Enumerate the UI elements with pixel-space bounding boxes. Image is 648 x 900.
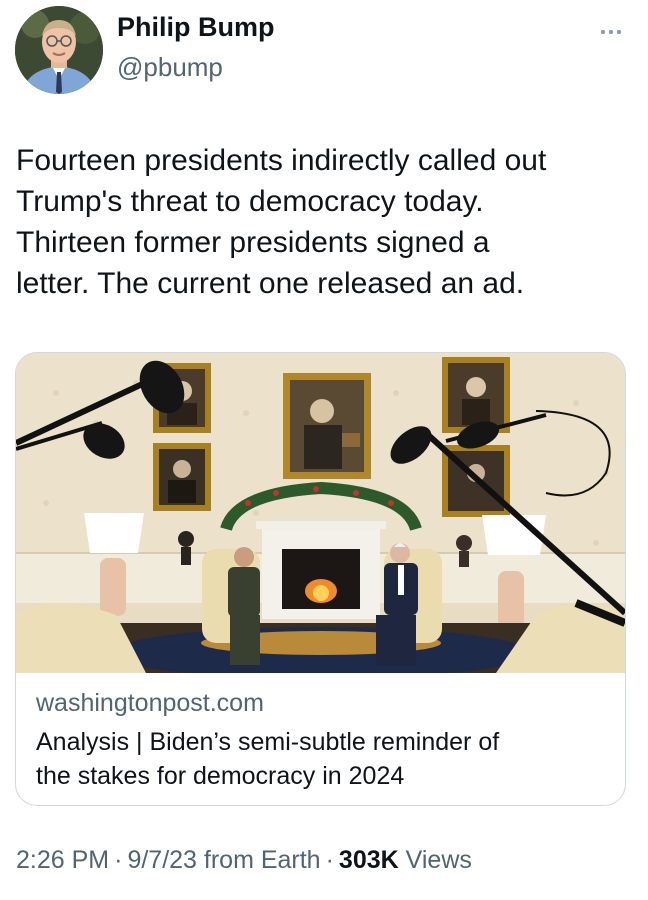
tweet-text-line: Trump's threat to democracy today.: [16, 185, 484, 218]
tweet: Philip Bump @pbump Fourteen presidents i…: [0, 0, 648, 900]
author-avatar[interactable]: [15, 6, 103, 94]
avatar-photo: [15, 6, 103, 94]
card-title-line: the stakes for democracy in 2024: [36, 762, 405, 790]
tweet-text-line: Thirteen former presidents signed a: [16, 226, 490, 259]
tweet-date-source: 9/7/23 from Earth: [127, 846, 321, 874]
author-handle[interactable]: @pbump: [117, 52, 223, 83]
card-title: Analysis | Biden’s semi-subtle reminder …: [36, 725, 611, 793]
separator: ·: [325, 846, 334, 874]
tweet-text-line: letter. The current one released an ad.: [16, 267, 525, 300]
more-options-icon: [601, 30, 621, 34]
author-name[interactable]: Philip Bump: [117, 12, 275, 43]
article-image: [16, 353, 625, 673]
tweet-text: Fourteen presidents indirectly called ou…: [16, 140, 626, 304]
views-label: Views: [405, 846, 472, 874]
card-domain: washingtonpost.com: [36, 689, 264, 717]
tweet-time[interactable]: 2:26 PM: [16, 846, 109, 874]
views-count[interactable]: 303K: [339, 846, 399, 874]
more-options-button[interactable]: [594, 20, 628, 44]
separator: ·: [114, 846, 123, 874]
tweet-text-line: Fourteen presidents indirectly called ou…: [16, 144, 547, 177]
card-title-line: Analysis | Biden’s semi-subtle reminder …: [36, 728, 500, 756]
tweet-metadata: 2:26 PM · 9/7/23 from Earth · 303K Views: [16, 846, 472, 875]
link-preview-card[interactable]: washingtonpost.com Analysis | Biden’s se…: [15, 352, 626, 806]
